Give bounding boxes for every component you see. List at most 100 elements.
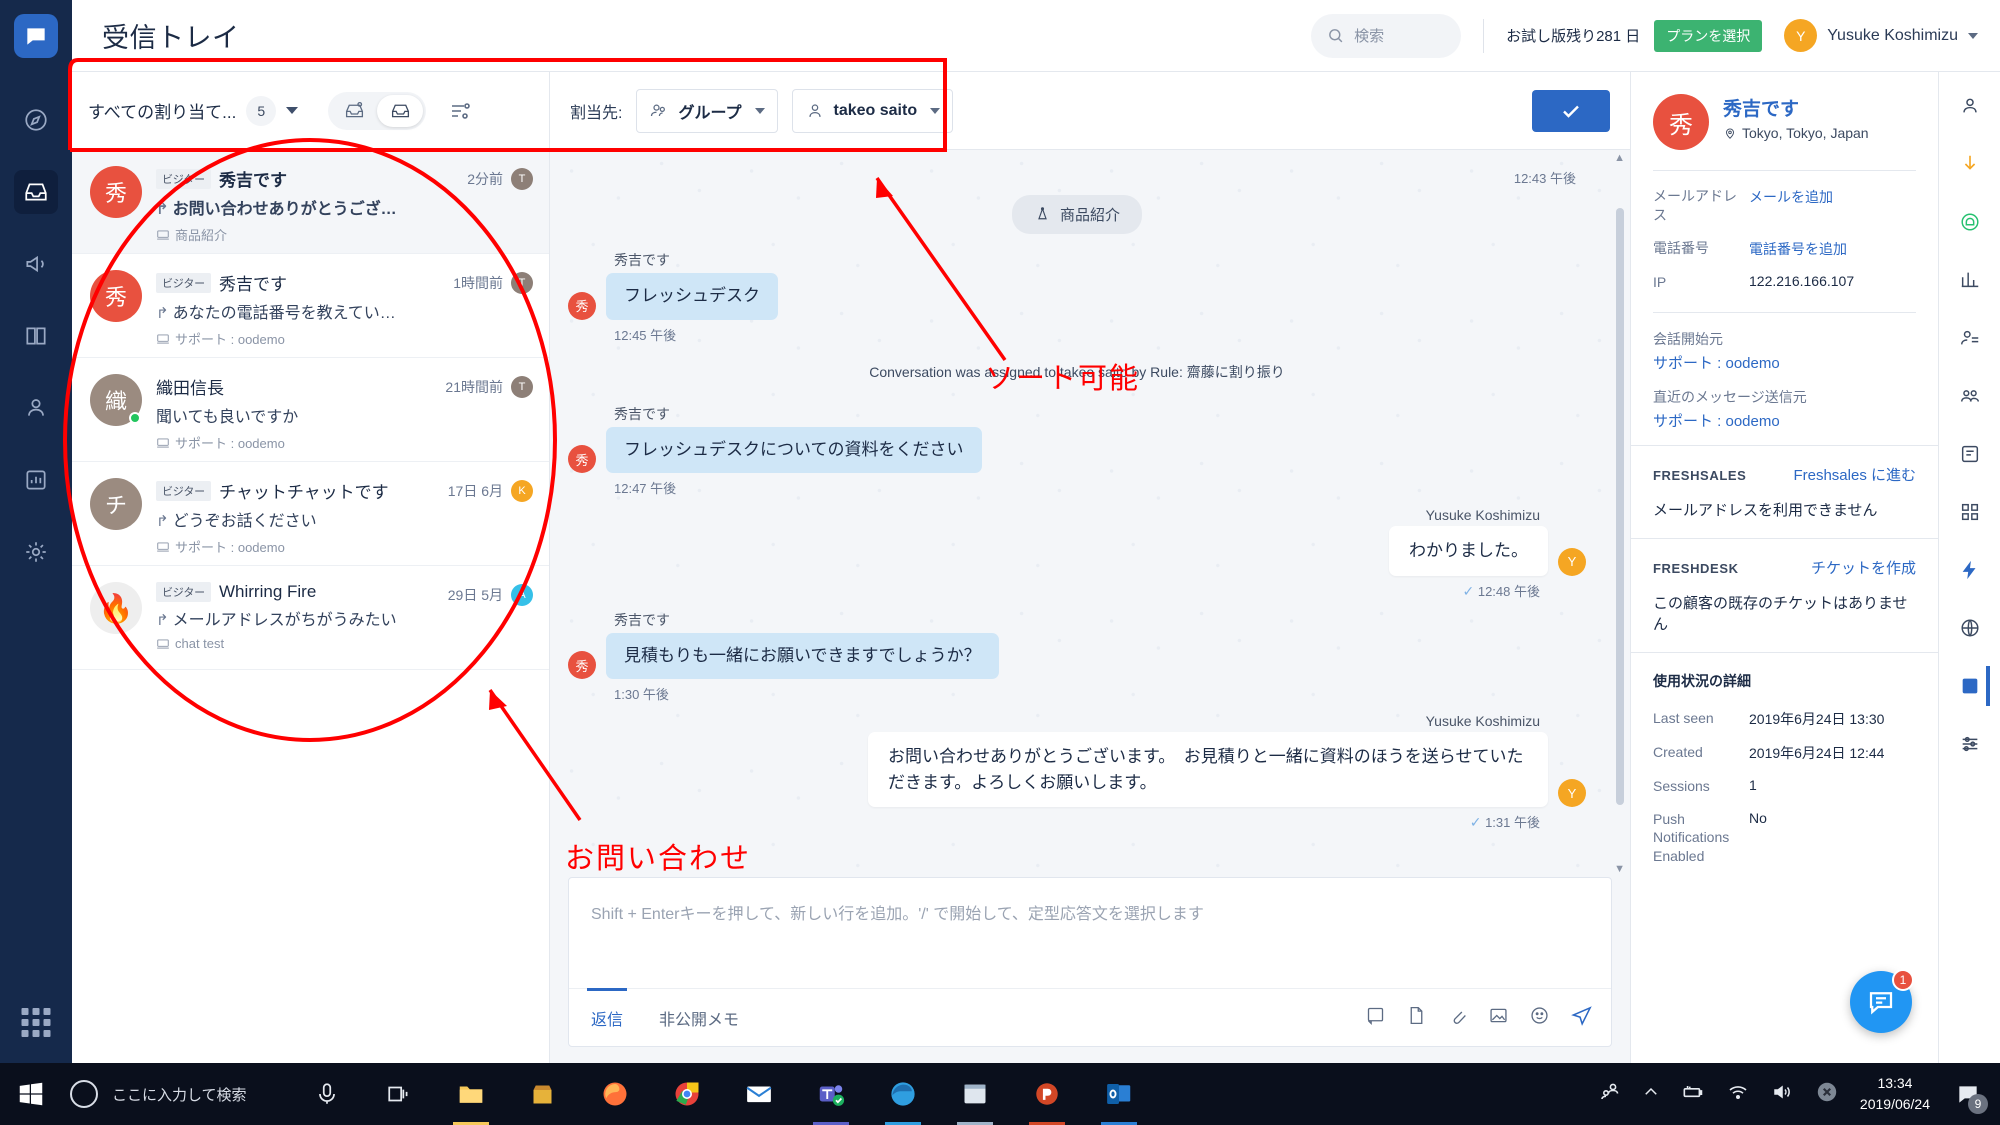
tab-reply[interactable]: 返信 xyxy=(587,988,628,1046)
nav-item-campaigns[interactable] xyxy=(14,242,58,286)
message-scrollbar[interactable] xyxy=(1616,166,1624,861)
nav-item-reports[interactable] xyxy=(14,458,58,502)
attachment-icon[interactable] xyxy=(1447,1005,1468,1031)
taskbar-outlook[interactable] xyxy=(1083,1063,1155,1125)
scroll-down-icon[interactable]: ▼ xyxy=(1614,863,1625,875)
canned-response-icon[interactable] xyxy=(1365,1005,1386,1031)
view-toggle-compact[interactable] xyxy=(331,95,377,127)
assign-group-dropdown[interactable]: グループ xyxy=(636,88,778,133)
sync-error-icon[interactable] xyxy=(1814,1079,1840,1110)
tab-private-note[interactable]: 非公開メモ xyxy=(655,989,743,1046)
conversation-channel: 商品紹介 xyxy=(156,225,535,244)
message-sender: 秀吉です xyxy=(614,611,670,628)
people-icon[interactable] xyxy=(1950,376,1990,416)
avatar: Y xyxy=(1558,547,1586,576)
read-receipt-icon: ✓ xyxy=(1462,582,1475,599)
nav-item-inbox[interactable] xyxy=(14,170,58,214)
user-menu[interactable]: Y Yusuke Koshimizu xyxy=(1784,19,1978,52)
taskbar-mail[interactable] xyxy=(723,1063,795,1125)
select-plan-button[interactable]: プランを選択 xyxy=(1654,19,1763,52)
taskbar-explorer-window[interactable] xyxy=(939,1063,1011,1125)
location-icon[interactable] xyxy=(1950,608,1990,648)
contact-field: IP 122.216.166.107 xyxy=(1653,273,1916,292)
conversation-source-value[interactable]: サポート : oodemo xyxy=(1653,352,1916,373)
taskbar-firefox[interactable] xyxy=(579,1063,651,1125)
conversation-channel: サポート : oodemo xyxy=(156,433,535,452)
scroll-up-icon[interactable]: ▲ xyxy=(1614,152,1625,164)
location-pin-icon xyxy=(1726,128,1734,139)
avatar: チ xyxy=(90,478,142,530)
last-message-source-value[interactable]: サポート : oodemo xyxy=(1653,410,1916,431)
message-list[interactable]: 12:43 午後 商品紹介 秀吉です秀フレッシュデスク 12:45 午後 Conve… xyxy=(550,150,1630,877)
wifi-icon[interactable] xyxy=(1726,1080,1750,1109)
action-center-button[interactable]: 9 xyxy=(1950,1076,1988,1114)
conversation-list-item[interactable]: 織織田信長 聞いても良いですか サポート : oodemo 21時間前 T xyxy=(72,358,549,462)
message-incoming: 秀吉です秀フレッシュデスクについての資料をください 12:47 午後 xyxy=(568,404,1586,498)
search-input[interactable]: 検索 xyxy=(1311,13,1462,58)
taskbar-powerpoint[interactable] xyxy=(1011,1063,1083,1125)
contact-profile-icon[interactable] xyxy=(1950,86,1990,126)
settings-sliders-icon[interactable] xyxy=(1950,724,1990,764)
conversation-list[interactable]: 秀ビジター 秀吉です ↱ お問い合わせありがとうござい... 商品紹介 2分前 T 秀ビジター… xyxy=(72,150,549,1063)
freshsales-body: メールアドレスを利用できません xyxy=(1653,501,1878,519)
taskbar-task-view[interactable] xyxy=(363,1063,435,1125)
nav-item-contacts[interactable] xyxy=(14,386,58,430)
avatar: Y xyxy=(1784,19,1818,52)
nav-item-settings[interactable] xyxy=(14,530,58,574)
freshdesk-icon[interactable] xyxy=(1950,202,1990,242)
taskbar-chrome[interactable] xyxy=(651,1063,723,1125)
view-toggle-expanded[interactable] xyxy=(377,94,424,127)
taskbar-cortana-mic[interactable] xyxy=(291,1063,363,1125)
freshsales-action[interactable]: Freshsales に進む xyxy=(1793,464,1916,485)
send-button[interactable] xyxy=(1570,1004,1593,1032)
contact-field-value[interactable]: 電話番号を追加 xyxy=(1749,239,1847,259)
analytics-icon[interactable] xyxy=(1950,260,1990,300)
apps-grid-icon[interactable] xyxy=(1950,492,1990,532)
app-switcher-icon[interactable] xyxy=(21,1008,51,1037)
nav-item-knowledge[interactable] xyxy=(14,314,58,358)
taskbar-edge[interactable] xyxy=(867,1063,939,1125)
filter-label[interactable]: すべての割り当て... xyxy=(88,98,236,123)
conversation-list-item[interactable]: チビジター チャットチャットです ↱ どうぞお話ください サポート : oodemo 17… xyxy=(72,462,549,566)
nav-item-dashboard[interactable] xyxy=(14,98,58,142)
powerpoint-icon xyxy=(1035,1083,1058,1105)
channel-icon xyxy=(157,437,169,448)
notes-icon[interactable] xyxy=(1950,434,1990,474)
conversation-timestamp: 17日 6月 xyxy=(447,483,503,499)
people-tray-icon[interactable] xyxy=(1598,1080,1622,1109)
emoji-icon[interactable] xyxy=(1529,1005,1550,1031)
active-app-icon[interactable] xyxy=(1950,666,1990,706)
contact-name[interactable]: 秀吉です xyxy=(1723,94,1869,121)
tray-expand-icon[interactable] xyxy=(1642,1083,1660,1106)
contact-field-key: IP xyxy=(1653,273,1667,290)
message-incoming: 秀吉です秀フレッシュデスク 12:45 午後 xyxy=(568,250,1586,344)
battery-icon[interactable] xyxy=(1680,1079,1706,1110)
contact-field-value[interactable]: メールを追加 xyxy=(1749,187,1833,207)
taskbar-microsoft-store[interactable] xyxy=(507,1063,579,1125)
conversation-list-item[interactable]: 秀ビジター 秀吉です ↱ お問い合わせありがとうござい... 商品紹介 2分前 T xyxy=(72,150,549,254)
resolve-button[interactable] xyxy=(1532,89,1610,132)
taskbar-search[interactable]: ここに入力して検索 xyxy=(62,1080,265,1108)
conversation-list-item[interactable]: 🔥 ビジター Whirring Fire ↱ メールアドレスがちがうみたい chat te… xyxy=(72,566,549,670)
chat-widget-button[interactable]: 1 xyxy=(1850,969,1914,1033)
start-button[interactable] xyxy=(0,1063,62,1125)
assign-agent-dropdown[interactable]: takeo saito xyxy=(791,88,954,133)
message-input[interactable]: Shift + Enterキーを押して、新しい行を追加。'/' で開始して、定型… xyxy=(569,878,1611,988)
taskbar-file-explorer[interactable] xyxy=(435,1063,507,1125)
avatar: 秀 xyxy=(90,166,142,218)
taskbar-teams[interactable] xyxy=(795,1063,867,1125)
sort-button[interactable] xyxy=(448,99,472,123)
freshsales-icon[interactable] xyxy=(1950,144,1990,184)
taskbar-clock[interactable]: 13:34 2019/06/24 xyxy=(1860,1073,1930,1115)
scrollbar-thumb[interactable] xyxy=(1616,207,1624,806)
freshdesk-action[interactable]: チケットを作成 xyxy=(1811,557,1916,578)
conversation-list-item[interactable]: 秀ビジター 秀吉です ↱ あなたの電話番号を教えていた... サポート : oodemo… xyxy=(72,254,549,358)
volume-icon[interactable] xyxy=(1770,1080,1794,1109)
article-icon[interactable] xyxy=(1406,1005,1427,1031)
chevron-down-icon[interactable] xyxy=(286,107,299,114)
user-timeline-icon[interactable] xyxy=(1950,318,1990,358)
integrations-icon[interactable] xyxy=(1950,550,1990,590)
image-icon[interactable] xyxy=(1488,1005,1509,1031)
message-incoming: 秀吉です秀見積もりも一緒にお願いできますでしょうか？ 1:30 午後 xyxy=(568,610,1586,704)
conversation-preview: 聞いても良いですか xyxy=(156,409,299,426)
